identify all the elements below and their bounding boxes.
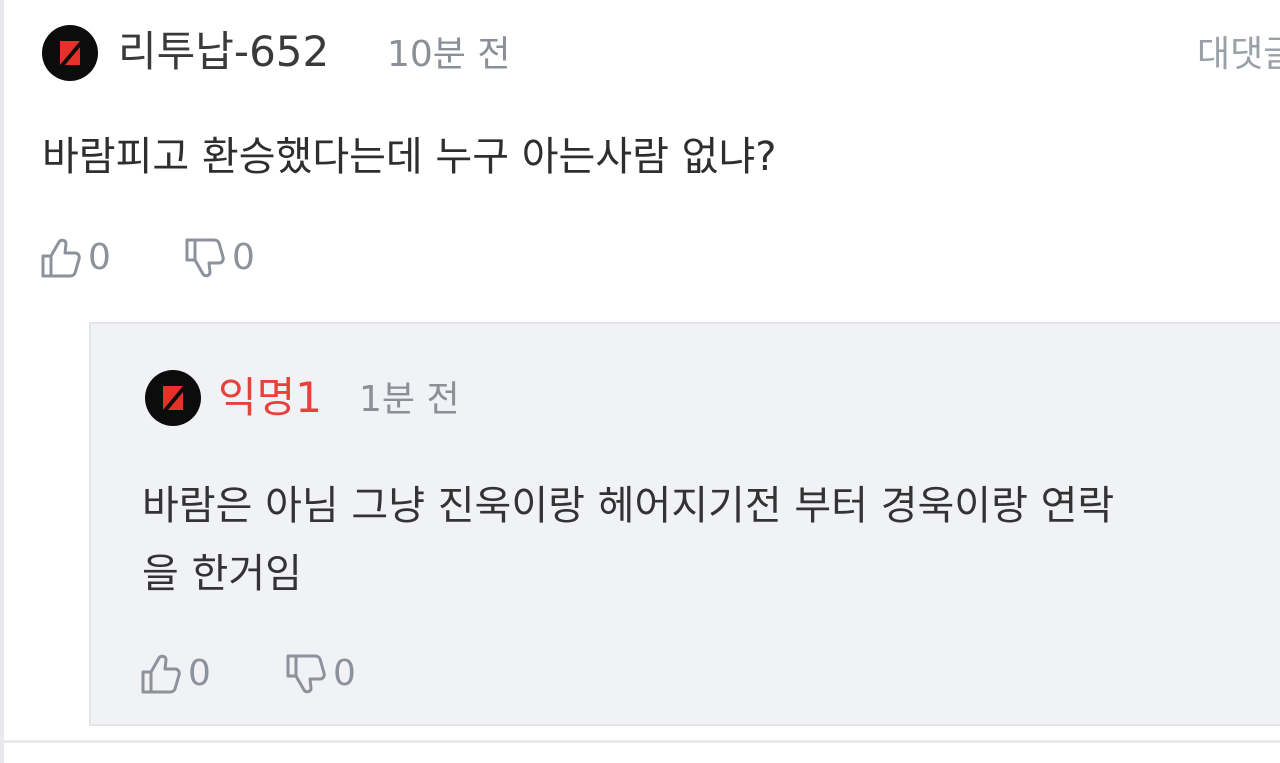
comment-body: 바람피고 환승했다는데 누구 아는사람 없냐? [42, 134, 777, 180]
reply-comment: 익명1 1분 전 바람은 아님 그냥 진욱이랑 헤어지기전 부터 경욱이랑 연락… [89, 322, 1280, 726]
dislike-count: 0 [232, 237, 255, 278]
comment-username[interactable]: 리투납-652 [118, 26, 329, 78]
reply-button[interactable]: 대댓글 [1197, 33, 1280, 77]
thumbs-down-icon [286, 654, 326, 694]
reply-username[interactable]: 익명1 [218, 372, 322, 424]
left-divider [0, 0, 4, 763]
thumbs-up-icon [141, 654, 181, 694]
thumbs-up-icon [41, 238, 81, 278]
avatar[interactable] [42, 25, 98, 81]
reply-dislike-button[interactable]: 0 [285, 652, 356, 696]
like-count: 0 [88, 237, 111, 278]
reply-timestamp: 1분 전 [359, 379, 460, 420]
reply-like-button[interactable]: 0 [140, 652, 211, 696]
avatar[interactable] [145, 370, 201, 426]
thumbs-down-icon [185, 238, 225, 278]
like-button[interactable]: 0 [40, 236, 111, 280]
avatar-logo-icon [163, 386, 183, 410]
comment-thread: 리투납-652 10분 전 대댓글 바람피고 환승했다는데 누구 아는사람 없냐… [0, 0, 1280, 763]
reply-like-count: 0 [188, 653, 211, 694]
comment-timestamp: 10분 전 [387, 34, 511, 75]
reply-dislike-count: 0 [333, 653, 356, 694]
dislike-button[interactable]: 0 [184, 236, 255, 280]
bottom-divider [0, 740, 1280, 743]
reply-body: 바람은 아님 그냥 진욱이랑 헤어지기전 부터 경욱이랑 연락 을 한거임 [142, 483, 1115, 597]
avatar-logo-icon [60, 41, 80, 65]
